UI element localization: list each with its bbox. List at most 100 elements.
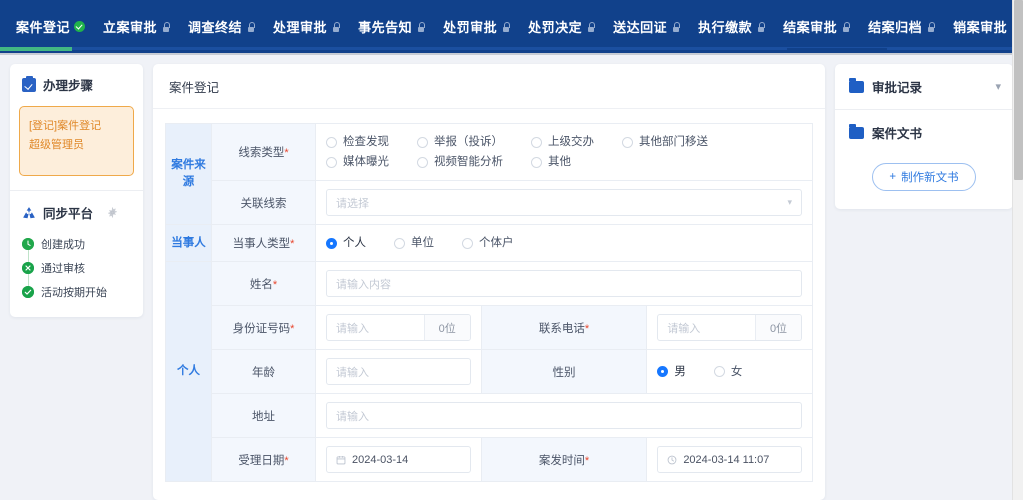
page-scrollbar[interactable] [1012, 0, 1023, 500]
scrollbar-thumb[interactable] [1014, 0, 1023, 180]
nav-item-execution-payment[interactable]: 执行缴款 [689, 17, 774, 36]
nav-bottom-border [0, 53, 1023, 55]
current-step-card[interactable]: [登记]案件登记 超级管理员 [19, 106, 134, 176]
accept-date-input[interactable]: 2024-03-14 [326, 446, 471, 473]
sync-item-label: 通过审核 [41, 260, 85, 276]
left-sidebar: 办理步骤 [登记]案件登记 超级管理员 同步平台 [10, 64, 143, 500]
radio-clue-media-exposure[interactable]: 媒体曝光 [326, 152, 389, 172]
chevron-down-icon[interactable]: ▾ [995, 80, 1001, 93]
label-text: 地址 [252, 411, 275, 423]
radio-label: 其他 [548, 152, 571, 172]
list-item[interactable]: 活动按期开始 [10, 280, 143, 304]
nav-item-closing-approval[interactable]: 结案审批 [774, 17, 859, 36]
field-label-age: 年龄 [212, 350, 316, 394]
main-content: 案件登记 案件来源 线索类型* [153, 64, 825, 500]
radio-label: 举报（投诉） [434, 132, 503, 152]
name-input[interactable]: 请输入内容 [326, 270, 802, 297]
section-text: 案件来源 [171, 159, 206, 188]
nav-label: 案件登记 [16, 17, 70, 36]
radio-party-sole-proprietor[interactable]: 个体户 [462, 233, 514, 253]
nav-label: 送达回证 [613, 17, 667, 36]
accept-date-value: 2024-03-14 [352, 454, 408, 466]
radio-clue-report[interactable]: 举报（投诉） [417, 132, 503, 152]
required-marker: * [585, 455, 589, 467]
nav-item-handling-approval[interactable]: 处理审批 [264, 17, 349, 36]
contact-phone-input-group[interactable]: 请输入 0位 [657, 314, 802, 341]
nav-label: 立案审批 [103, 17, 157, 36]
field-clue-type: 检查发现 举报（投诉） 上级交办 [316, 124, 813, 181]
radio-label: 视频智能分析 [434, 152, 503, 172]
radio-gender-male[interactable]: 男 [657, 362, 686, 382]
field-age: 请输入 [316, 350, 482, 394]
field-label-clue-type: 线索类型* [212, 124, 316, 181]
nav-label: 结案归档 [868, 17, 922, 36]
nav-item-investigation-conclusion[interactable]: 调查终结 [179, 17, 264, 36]
contact-phone-counter: 0位 [755, 315, 801, 340]
page-title: 案件登记 [153, 64, 825, 109]
check-circle-icon [22, 286, 34, 298]
id-number-input-group[interactable]: 请输入 0位 [326, 314, 471, 341]
radio-group-gender: 男 女 [657, 362, 802, 382]
radio-gender-female[interactable]: 女 [714, 362, 743, 382]
nav-item-penalty-approval[interactable]: 处罚审批 [434, 17, 519, 36]
lock-icon [586, 21, 595, 32]
radio-dot [417, 157, 428, 168]
input-placeholder: 请输入 [336, 408, 369, 424]
right-sidebar-card: 审批记录 ▾ 案件文书 + 制作新文书 [835, 64, 1013, 209]
radio-clue-other[interactable]: 其他 [531, 152, 571, 172]
address-input[interactable]: 请输入 [326, 402, 802, 429]
radio-clue-other-department[interactable]: 其他部门移送 [622, 132, 708, 152]
nav-item-case-registration[interactable]: 案件登记 [10, 17, 94, 36]
nav-item-penalty-decision[interactable]: 处罚决定 [519, 17, 604, 36]
field-incident-time: 2024-03-14 11:07 [647, 438, 813, 482]
radio-dot [622, 137, 633, 148]
close-circle-icon [22, 262, 34, 274]
folder-icon [849, 127, 864, 139]
section-label-person: 个人 [166, 262, 212, 482]
field-label-party-type: 当事人类型* [212, 225, 316, 262]
radio-party-individual[interactable]: 个人 [326, 233, 366, 253]
create-new-document-button[interactable]: + 制作新文书 [872, 163, 975, 191]
nav-item-prior-notification[interactable]: 事先告知 [349, 17, 434, 36]
nav-item-closing-archive[interactable]: 结案归档 [859, 17, 944, 36]
age-input[interactable]: 请输入 [326, 358, 471, 385]
lock-icon [161, 21, 170, 32]
current-step-operator: 超级管理员 [29, 136, 124, 155]
related-clue-select[interactable]: 请选择 ▾ [326, 189, 802, 216]
incident-time-input[interactable]: 2024-03-14 11:07 [657, 446, 802, 473]
case-documents-row[interactable]: 案件文书 [835, 110, 1013, 155]
steps-panel-title: 办理步骤 [43, 75, 93, 94]
nav-item-service-receipt[interactable]: 送达回证 [604, 17, 689, 36]
radio-label: 男 [674, 362, 686, 382]
radio-party-organization[interactable]: 单位 [394, 233, 434, 253]
radio-dot [417, 137, 428, 148]
field-label-contact-phone: 联系电话* [481, 306, 647, 350]
input-placeholder: 请输入 [658, 315, 755, 340]
radio-dot [326, 238, 337, 249]
approval-records-label: 审批记录 [872, 77, 922, 96]
radio-clue-inspection[interactable]: 检查发现 [326, 132, 389, 152]
step-progress-strip [0, 45, 1023, 53]
clock-icon [667, 455, 677, 465]
table-row: 受理日期 * 2024-03-14 [166, 438, 813, 482]
new-document-wrapper: + 制作新文书 [835, 155, 1013, 191]
nav-item-filing-approval[interactable]: 立案审批 [94, 17, 179, 36]
section-text: 当事人 [171, 237, 206, 249]
list-item[interactable]: 通过审核 [10, 256, 143, 280]
calendar-icon [336, 455, 346, 465]
label-text: 受理日期 [238, 455, 284, 467]
folder-icon [849, 81, 864, 93]
approval-records-row[interactable]: 审批记录 ▾ [835, 64, 1013, 109]
label-text: 联系电话 [539, 323, 585, 335]
field-id-number: 请输入 0位 [316, 306, 482, 350]
label-text: 性别 [552, 367, 575, 379]
radio-clue-video-analysis[interactable]: 视频智能分析 [417, 152, 503, 172]
radio-label: 女 [731, 362, 743, 382]
radio-clue-superior-assigned[interactable]: 上级交办 [531, 132, 594, 152]
input-placeholder: 请输入 [336, 364, 369, 380]
chevron-down-icon: ▾ [787, 197, 792, 208]
list-item[interactable]: 创建成功 [10, 232, 143, 256]
gear-icon[interactable] [107, 207, 118, 218]
clock-icon [22, 238, 34, 250]
table-row: 案件来源 线索类型* 检查发现 [166, 124, 813, 181]
